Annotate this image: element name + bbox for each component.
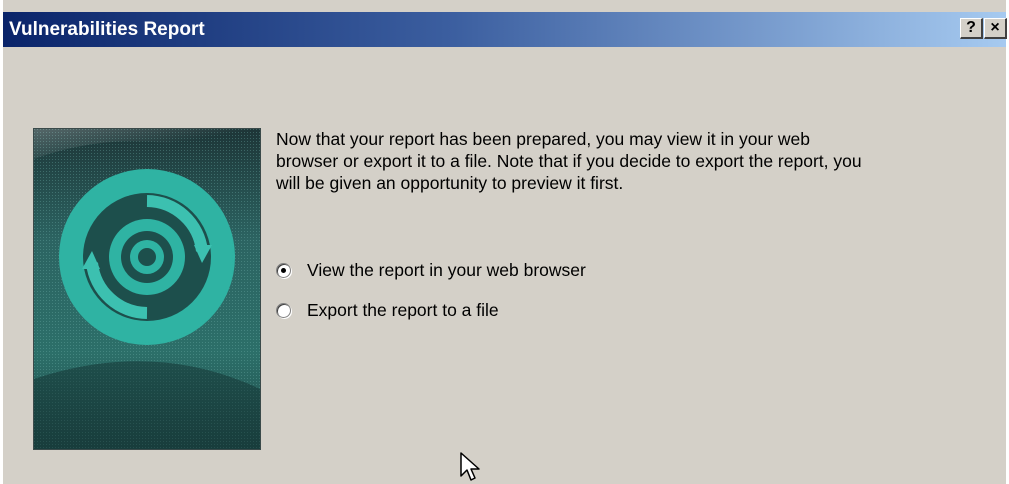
view-in-browser-label[interactable]: View the report in your web browser [307, 260, 586, 281]
export-to-file-option[interactable]: Export the report to a file [276, 300, 499, 321]
close-icon: × [990, 19, 1000, 36]
window-left-edge [0, 0, 3, 484]
question-mark-icon: ? [966, 19, 976, 36]
export-to-file-label[interactable]: Export the report to a file [307, 300, 499, 321]
mouse-pointer-icon [460, 452, 480, 481]
view-in-browser-option[interactable]: View the report in your web browser [276, 260, 586, 281]
export-to-file-radio[interactable] [276, 303, 291, 318]
refresh-cycle-graphic [34, 129, 260, 449]
dialog-window: Vulnerabilities Report ? × Now that your… [0, 0, 1009, 484]
view-in-browser-radio[interactable] [276, 263, 291, 278]
window-title: Vulnerabilities Report [9, 19, 205, 40]
help-button[interactable]: ? [960, 18, 983, 39]
close-button[interactable]: × [984, 18, 1007, 39]
title-bar[interactable]: Vulnerabilities Report ? × [3, 12, 1007, 47]
description-text: Now that your report has been prepared, … [276, 129, 862, 193]
wizard-side-graphic [33, 128, 261, 450]
